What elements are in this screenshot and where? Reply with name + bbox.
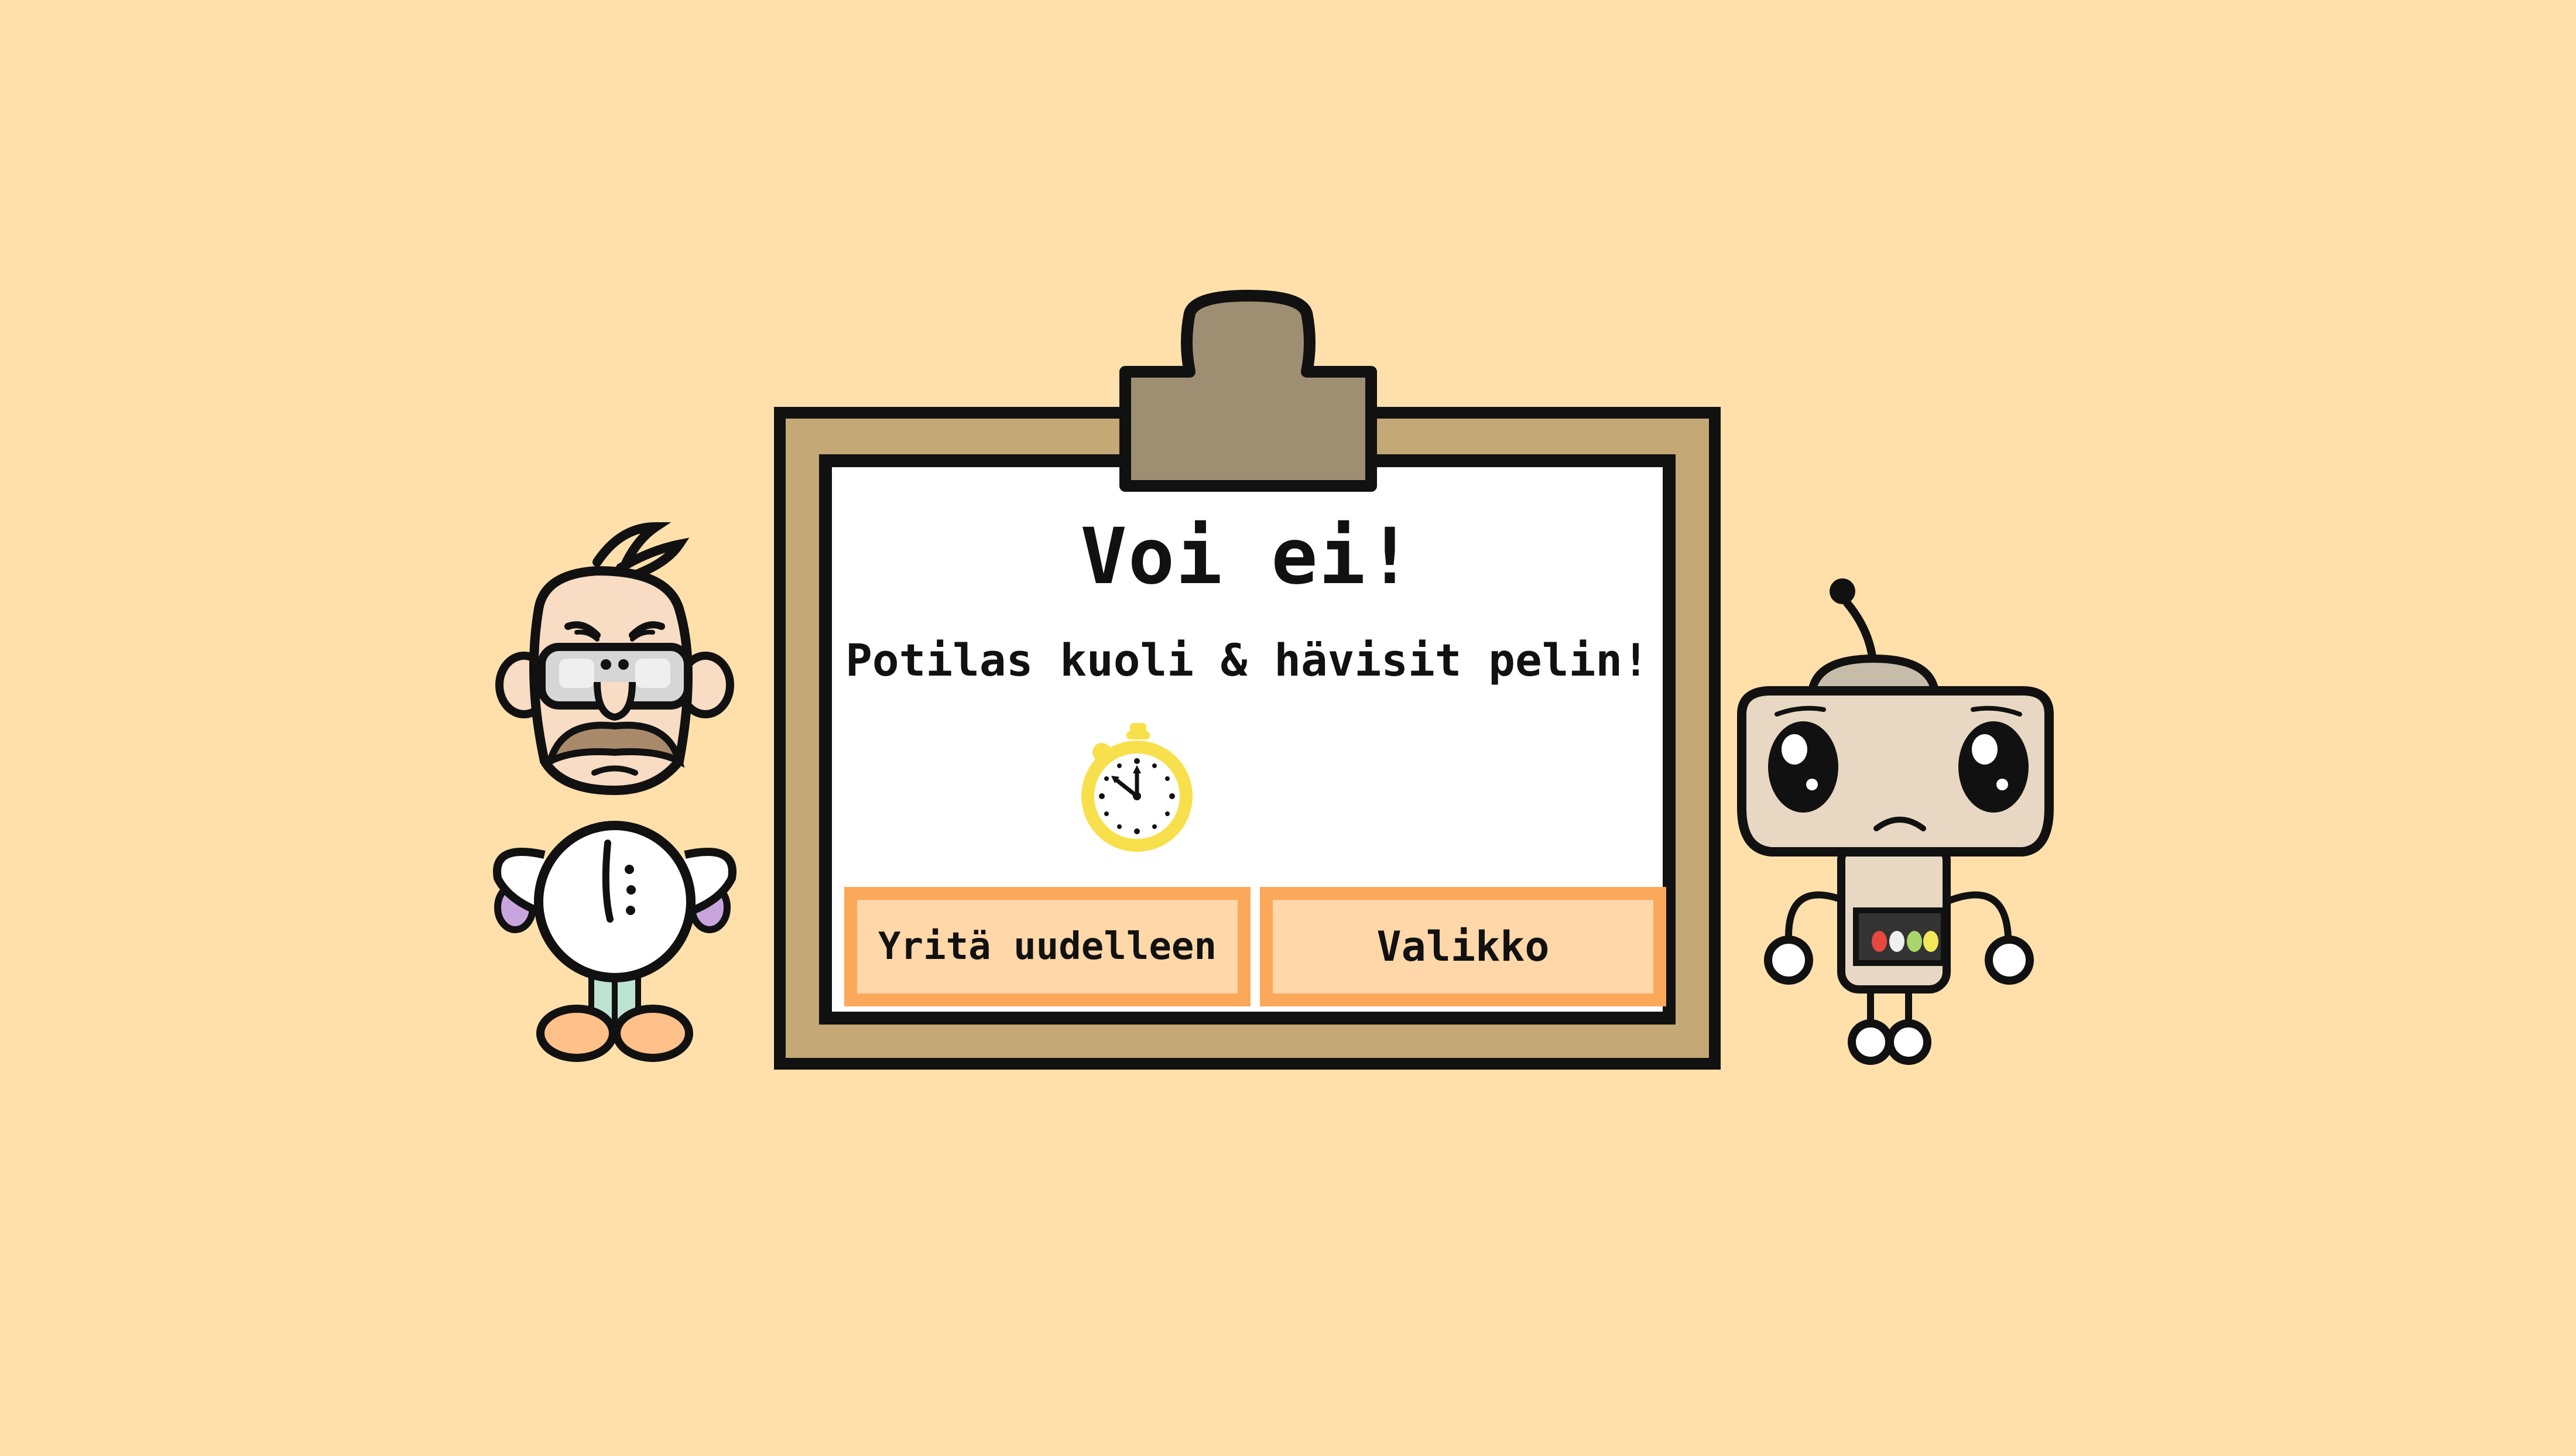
- menu-button[interactable]: Valikko: [1260, 887, 1666, 1006]
- dialog-message: Potilas kuoli & hävisit pelin!: [845, 634, 1649, 686]
- dialog-title: Voi ei!: [1080, 512, 1414, 602]
- retry-button-label: Yritä uudelleen: [878, 925, 1217, 968]
- robot-character: [1737, 578, 2054, 1065]
- game-over-screen: Voi ei! Potilas kuoli & hävisit pelin! Y…: [0, 0, 2576, 1456]
- scientist-character: [493, 522, 737, 1062]
- clipboard-clip: [1119, 290, 1377, 492]
- retry-button[interactable]: Yritä uudelleen: [844, 887, 1251, 1006]
- menu-button-label: Valikko: [1376, 923, 1550, 971]
- clipboard-dialog: Voi ei! Potilas kuoli & hävisit pelin! Y…: [774, 290, 1721, 1070]
- stopwatch-icon: [1081, 723, 1193, 852]
